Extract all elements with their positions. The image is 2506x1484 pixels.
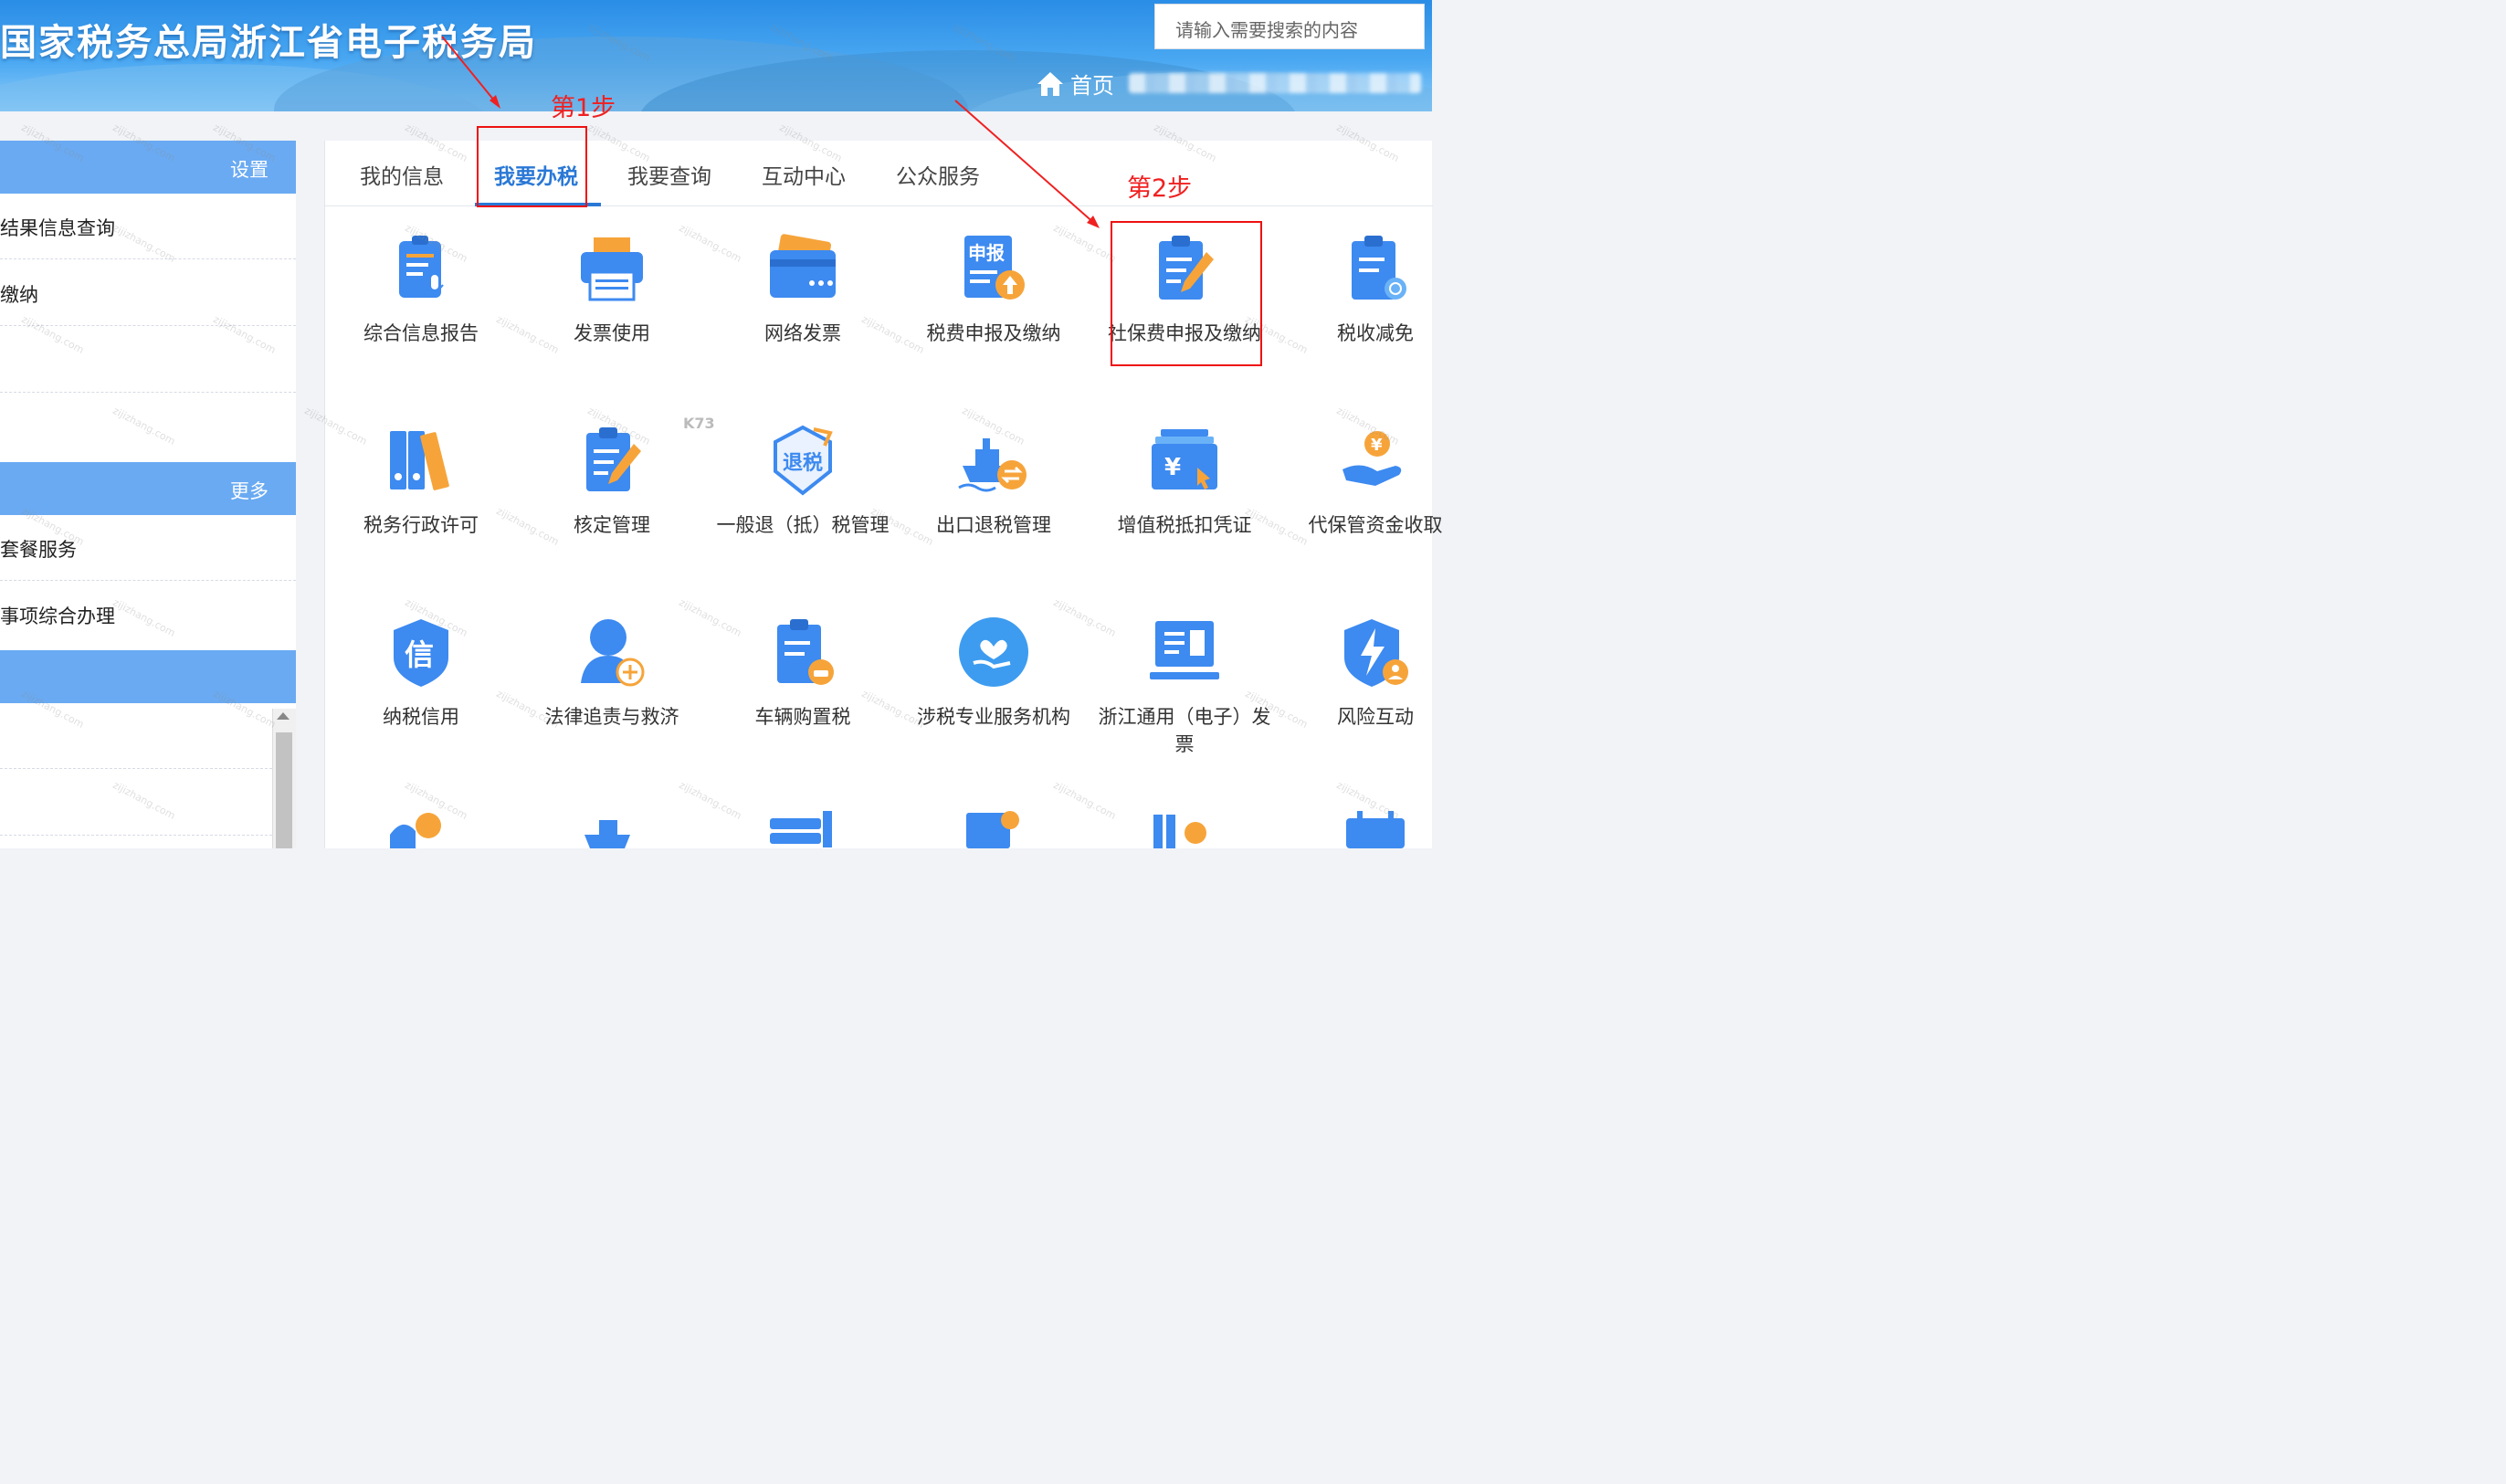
annotation-step1-label: 第1步	[551, 94, 616, 122]
tile-label: 税收减免	[1337, 322, 1414, 344]
tab-interaction[interactable]: 互动中心	[762, 159, 846, 190]
tab-query[interactable]: 我要查询	[627, 159, 711, 190]
tile-label: 纳税信用	[383, 706, 459, 728]
clipboard-power-icon	[1352, 236, 1406, 300]
partial-tile-icon[interactable]	[766, 807, 839, 848]
tile-label: 风险互动	[1337, 706, 1414, 728]
home-link[interactable]: 首页	[1036, 68, 1114, 100]
tile-tax-credit[interactable]: 信 纳税信用	[327, 616, 515, 798]
svg-text:信: 信	[405, 637, 434, 672]
partial-tile-icon[interactable]	[1339, 807, 1412, 848]
svg-text:¥: ¥	[1164, 454, 1181, 481]
heart-hand-icon	[959, 617, 1028, 687]
clipboard-car-icon	[777, 619, 834, 685]
card-icon	[770, 234, 836, 298]
svg-text:退税: 退税	[783, 451, 823, 475]
tile-custody-funds[interactable]: ¥ 代保管资金收取	[1281, 424, 1469, 606]
watermark-logo: K73	[683, 415, 715, 432]
tab-public-service[interactable]: 公众服务	[896, 159, 980, 190]
header-banner: 国家税务总局浙江省电子税务局 请输入需要搜索的内容 首页	[0, 0, 1432, 111]
partial-tile-icon[interactable]	[957, 807, 1030, 848]
tile-label: 车辆购置税	[754, 706, 851, 728]
partial-tile-icon[interactable]	[1148, 807, 1221, 848]
tile-zhejiang-invoice[interactable]: 浙江通用（电子）发票	[1090, 616, 1279, 798]
tile-label: 浙江通用（电子）发票	[1098, 706, 1271, 755]
tile-tax-declare[interactable]: 申报 税费申报及缴纳	[900, 232, 1088, 415]
binders-icon	[390, 431, 449, 490]
search-input[interactable]: 请输入需要搜索的内容	[1154, 4, 1425, 49]
main-panel: 我的信息 我要办税 我要查询 互动中心 公众服务 综合信息报告 发票使用 网络发…	[324, 141, 1443, 848]
annotation-box-step1	[477, 126, 587, 207]
sidebar-item[interactable]: 缴纳	[0, 260, 296, 326]
judge-scale-icon	[581, 619, 645, 687]
site-title: 国家税务总局浙江省电子税务局	[0, 22, 537, 64]
user-info-blurred	[1129, 73, 1421, 93]
tile-tax-reduction[interactable]: 税收减免	[1281, 232, 1469, 415]
declare-upload-icon: 申报	[964, 236, 1025, 300]
scroll-up-arrow-icon[interactable]	[277, 712, 290, 720]
sidebar-item[interactable]	[0, 703, 272, 769]
tile-risk-interaction[interactable]: 风险互动	[1281, 616, 1469, 798]
home-label: 首页	[1070, 73, 1114, 99]
bolt-shield-icon	[1344, 619, 1408, 687]
partial-tile-icon[interactable]	[384, 807, 458, 848]
home-icon	[1037, 71, 1063, 96]
sidebar-section-header[interactable]: 更多	[0, 462, 296, 515]
svg-text:申报: 申报	[968, 242, 1005, 264]
tile-legal-relief[interactable]: 法律追责与救济	[518, 616, 706, 798]
tile-label: 综合信息报告	[363, 322, 479, 344]
tile-vehicle-tax[interactable]: 车辆购置税	[709, 616, 897, 798]
tile-label: 税费申报及缴纳	[926, 322, 1061, 344]
partial-tile-icon[interactable]	[575, 807, 648, 848]
printer-icon	[581, 237, 643, 301]
tile-admin-license[interactable]: 税务行政许可	[327, 424, 515, 606]
sidebar-scrollbar-thumb[interactable]	[276, 732, 292, 848]
tile-label: 税务行政许可	[363, 514, 479, 536]
annotation-step2-label: 第2步	[1127, 174, 1193, 203]
tile-invoice-use[interactable]: 发票使用	[518, 232, 706, 415]
tile-comprehensive-report[interactable]: 综合信息报告	[327, 232, 515, 415]
tile-label: 代保管资金收取	[1308, 514, 1443, 536]
tile-assessment[interactable]: 核定管理	[518, 424, 706, 606]
monitor-invoice-icon	[1150, 621, 1219, 679]
tab-my-info[interactable]: 我的信息	[360, 159, 444, 190]
sidebar-section-header[interactable]	[0, 650, 296, 703]
annotation-box-step2	[1111, 221, 1262, 366]
tile-tax-agency[interactable]: 涉税专业服务机构	[900, 616, 1088, 798]
tile-label: 涉税专业服务机构	[917, 706, 1070, 728]
refund-shield-icon: 退税	[774, 425, 833, 496]
tile-export-refund[interactable]: 出口退税管理	[900, 424, 1088, 606]
yuan-card-icon: ¥	[1152, 429, 1217, 489]
